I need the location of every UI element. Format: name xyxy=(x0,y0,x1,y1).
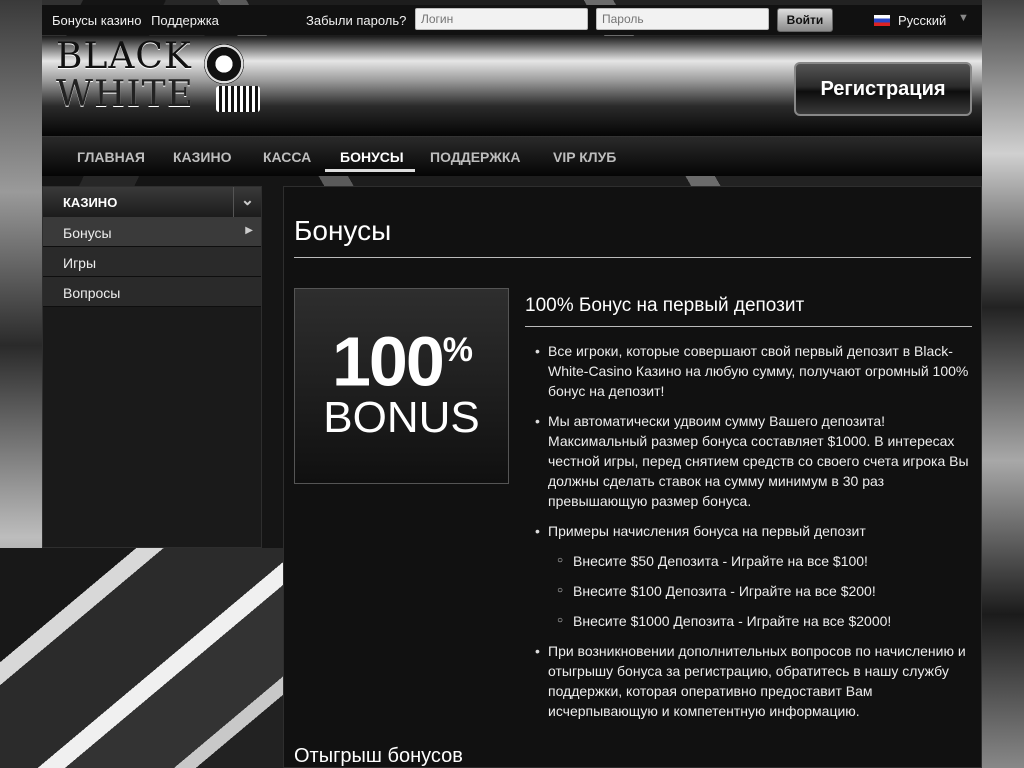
list-item: Внесите $100 Депозита - Играйте на все $… xyxy=(548,581,972,601)
sidebar-item-label: Игры xyxy=(63,255,97,271)
register-button[interactable]: Регистрация xyxy=(794,62,972,116)
logo-white-text: WHITE xyxy=(56,74,194,115)
sidebar-item-label: Вопросы xyxy=(63,285,121,301)
sidebar-item-games[interactable]: Игры xyxy=(43,247,261,277)
background-right-decoration xyxy=(982,0,1024,768)
triangle-right-icon: ▶ xyxy=(245,225,253,236)
wagering-heading: Отыгрыш бонусов xyxy=(294,745,463,767)
bonuses-link[interactable]: Бонусы казино xyxy=(52,13,141,28)
logo-black-text: BLACK xyxy=(56,36,192,77)
nav-active-indicator xyxy=(325,169,415,172)
offer-list: Все игроки, которые совершают свой первы… xyxy=(525,341,972,721)
sidebar-item-bonuses[interactable]: Бонусы ▶ xyxy=(43,217,261,247)
offer-title: 100% Бонус на первый депозит xyxy=(525,295,972,327)
sidebar-item-label: Бонусы xyxy=(63,225,112,241)
login-input[interactable] xyxy=(415,8,588,30)
nav-item-casino[interactable]: КАЗИНО xyxy=(173,149,232,165)
sidebar-item-faq[interactable]: Вопросы xyxy=(43,277,261,307)
main-content: Бонусы 100% BONUS 100% Бонус на первый д… xyxy=(283,186,982,768)
offer-section: 100% Бонус на первый депозит Все игроки,… xyxy=(525,295,972,731)
page-title: Бонусы xyxy=(294,215,971,258)
sidebar-heading-label: КАЗИНО xyxy=(63,195,118,210)
language-selector[interactable]: Русский xyxy=(874,13,946,28)
chip-stack-icon xyxy=(216,86,260,112)
nav-item-vip[interactable]: VIP КЛУБ xyxy=(553,149,616,165)
list-item: Примеры начисления бонуса на первый депо… xyxy=(525,521,972,631)
login-button[interactable]: Войти xyxy=(777,8,833,32)
list-item: Внесите $1000 Депозита - Играйте на все … xyxy=(548,611,972,631)
promo-bonus-text: BONUS xyxy=(323,393,480,443)
list-item: Внесите $50 Депозита - Играйте на все $1… xyxy=(548,551,972,571)
list-item: При возникновении дополнительных вопросо… xyxy=(525,641,972,721)
list-item: Все игроки, которые совершают свой первы… xyxy=(525,341,972,401)
site-header: BLACK WHITE Регистрация xyxy=(42,36,982,136)
examples-intro: Примеры начисления бонуса на первый депо… xyxy=(548,523,866,539)
russia-flag-icon xyxy=(874,15,890,26)
main-nav: ГЛАВНАЯ КАЗИНО КАССА БОНУСЫ ПОДДЕРЖКА VI… xyxy=(42,136,982,176)
nav-item-home[interactable]: ГЛАВНАЯ xyxy=(77,149,145,165)
background-bottom-decoration xyxy=(0,548,283,768)
examples-list: Внесите $50 Депозита - Играйте на все $1… xyxy=(548,551,972,631)
language-label: Русский xyxy=(898,13,947,28)
list-item: Мы автоматически удвоим сумму Вашего деп… xyxy=(525,411,972,511)
forgot-password-link[interactable]: Забыли пароль? xyxy=(306,13,406,28)
nav-item-support[interactable]: ПОДДЕРЖКА xyxy=(430,149,521,165)
sidebar-heading[interactable]: КАЗИНО ⌄ xyxy=(43,187,261,217)
casino-chip-icon xyxy=(204,44,244,84)
top-bar: Бонусы казино Поддержка Забыли пароль? В… xyxy=(42,5,982,35)
bonus-promo-image: 100% BONUS xyxy=(294,288,509,484)
nav-item-cashier[interactable]: КАССА xyxy=(263,149,311,165)
promo-percent: % xyxy=(442,331,473,369)
password-input[interactable] xyxy=(596,8,769,30)
nav-item-bonuses[interactable]: БОНУСЫ xyxy=(340,149,404,165)
site-logo[interactable]: BLACK WHITE xyxy=(56,36,260,115)
chevron-down-icon[interactable]: ⌄ xyxy=(233,187,261,217)
top-links: Бонусы казино Поддержка xyxy=(52,13,225,28)
chevron-down-icon[interactable]: ▼ xyxy=(958,12,969,24)
support-link[interactable]: Поддержка xyxy=(151,13,219,28)
sidebar: КАЗИНО ⌄ Бонусы ▶ Игры Вопросы xyxy=(42,186,262,548)
promo-100-text: 100% xyxy=(295,315,508,396)
promo-number: 100 xyxy=(331,322,445,401)
